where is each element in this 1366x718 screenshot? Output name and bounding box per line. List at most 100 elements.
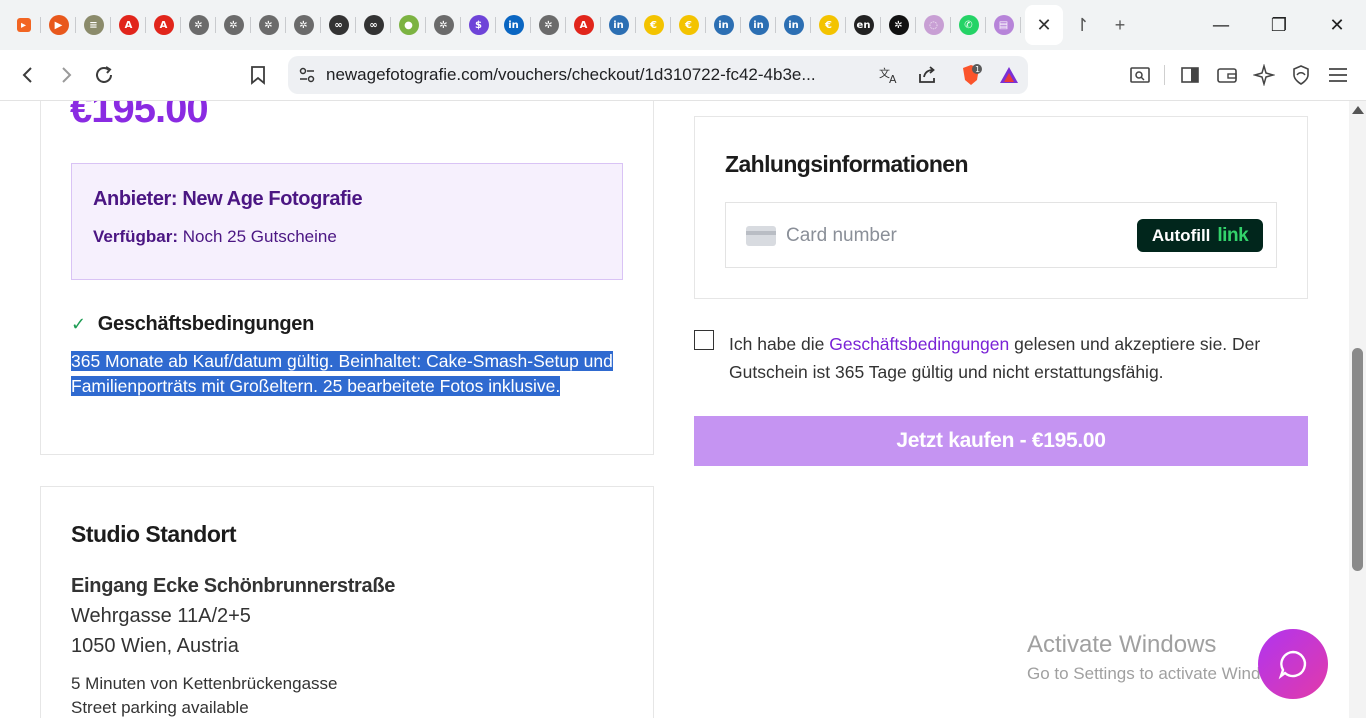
openai-gray-icon: ✲ <box>538 15 559 35</box>
search-page-icon[interactable] <box>1121 56 1158 94</box>
brave-rewards-icon[interactable] <box>990 56 1028 94</box>
brave-shields-icon[interactable]: 1 <box>952 56 990 94</box>
adobe-a-icon: A <box>118 15 139 35</box>
new-tab-button[interactable]: + <box>1101 0 1139 50</box>
green-circle-icon: ● <box>398 15 419 35</box>
browser-tab[interactable]: ✲ <box>881 0 916 50</box>
doc-purple-icon: ▤ <box>993 15 1014 35</box>
availability-label: Verfügbar: <box>93 227 179 246</box>
checkmark-icon: ✓ <box>71 314 86 335</box>
card-number-input[interactable] <box>786 223 1126 249</box>
translate-icon[interactable]: 文A <box>870 56 908 94</box>
sidebar-icon[interactable] <box>1171 56 1208 94</box>
svg-text:A: A <box>889 73 897 85</box>
browser-tab[interactable]: A <box>111 0 146 50</box>
reload-button[interactable] <box>85 56 123 94</box>
bookmark-button[interactable] <box>239 56 277 94</box>
back-arrow-icon <box>22 67 32 83</box>
browser-tab[interactable]: ✲ <box>286 0 321 50</box>
minimize-button[interactable]: — <box>1192 0 1250 50</box>
autofill-label: Autofill <box>1151 225 1211 245</box>
studio-parking: Street parking available <box>71 698 249 717</box>
browser-tab[interactable]: ▤ <box>986 0 1021 50</box>
openai-icon: ✲ <box>888 15 909 35</box>
browser-tab[interactable]: in <box>706 0 741 50</box>
address-bar[interactable]: newagefotografie.com/vouchers/checkout/1… <box>288 56 1028 94</box>
browser-tab[interactable]: € <box>811 0 846 50</box>
right-toolbar <box>1121 56 1356 94</box>
wallet-icon[interactable] <box>1208 56 1245 94</box>
browser-tab[interactable]: € <box>671 0 706 50</box>
close-window-button[interactable]: ✕ <box>1308 0 1366 50</box>
play-circle-icon: ▶ <box>48 15 69 35</box>
openai-gray-icon: ✲ <box>188 15 209 35</box>
adobe-a-icon: A <box>573 15 594 35</box>
browser-tab[interactable]: ∞ <box>356 0 391 50</box>
svg-text:1: 1 <box>975 65 980 74</box>
availability-value: Noch 25 Gutscheine <box>182 227 337 246</box>
browser-tab[interactable]: in <box>496 0 531 50</box>
browser-tab[interactable]: ▸ <box>6 0 41 50</box>
url-text[interactable]: newagefotografie.com/vouchers/checkout/1… <box>326 65 846 85</box>
chat-widget-button[interactable] <box>1258 629 1328 699</box>
leo-ai-icon[interactable] <box>1245 56 1282 94</box>
activate-windows-subtitle: Go to Settings to activate Windows. <box>1027 664 1296 683</box>
browser-tab[interactable]: ✲ <box>181 0 216 50</box>
agree-prefix: Ich habe die <box>729 334 825 354</box>
active-tab[interactable]: ✕ <box>1025 5 1063 45</box>
infinity-icon: ∞ <box>328 15 349 35</box>
provider-box: Anbieter: New Age Fotografie Verfügbar: … <box>71 163 623 280</box>
browser-tab[interactable]: ∞ <box>321 0 356 50</box>
browser-tab[interactable]: € <box>636 0 671 50</box>
pinned-tab[interactable]: ↾ <box>1063 0 1101 50</box>
whatsapp-icon: ✆ <box>958 15 979 35</box>
menu-icon[interactable] <box>1319 56 1356 94</box>
browser-tab[interactable]: ✲ <box>251 0 286 50</box>
terms-link[interactable]: Geschäftsbedingungen <box>829 334 1009 354</box>
browser-tab[interactable]: en <box>846 0 881 50</box>
share-icon[interactable] <box>908 56 946 94</box>
browser-tab[interactable]: ● <box>391 0 426 50</box>
page-scrollbar[interactable] <box>1349 101 1366 718</box>
studio-street: Wehrgasse 11A/2+5 <box>71 605 251 627</box>
studio-entrance: Eingang Ecke Schönbrunnerstraße <box>71 575 396 597</box>
vpn-shield-icon[interactable] <box>1282 56 1319 94</box>
studio-title: Studio Standort <box>71 521 236 547</box>
browser-tab[interactable]: in <box>776 0 811 50</box>
browser-tab[interactable]: ✲ <box>426 0 461 50</box>
restore-button[interactable]: ❐ <box>1250 0 1308 50</box>
forward-button[interactable] <box>47 56 85 94</box>
site-settings-icon[interactable] <box>288 56 326 94</box>
browser-tab[interactable]: ▶ <box>41 0 76 50</box>
link-logo: link <box>1217 224 1249 246</box>
back-button[interactable] <box>9 56 47 94</box>
close-tab-icon[interactable]: ✕ <box>1036 15 1051 36</box>
autofill-link-button[interactable]: Autofill link <box>1137 219 1263 252</box>
browser-tab[interactable]: ◌ <box>916 0 951 50</box>
terms-description: 365 Monate ab Kauf/datum gültig. Beinhal… <box>71 349 631 399</box>
browser-tab[interactable]: ≡ <box>76 0 111 50</box>
linkedin-circle-icon: in <box>713 15 734 35</box>
euro-yellow-icon: € <box>678 15 699 35</box>
card-number-field[interactable]: Autofill link <box>725 202 1277 268</box>
agree-checkbox[interactable] <box>694 330 714 350</box>
browser-tab[interactable]: $ <box>461 0 496 50</box>
browser-tab[interactable]: ✲ <box>531 0 566 50</box>
studio-city: 1050 Wien, Austria <box>71 635 239 657</box>
browser-tab[interactable]: in <box>601 0 636 50</box>
credit-card-icon <box>746 226 776 246</box>
page-content: €195.00 Anbieter: New Age Fotografie Ver… <box>0 101 1366 718</box>
buy-now-button[interactable]: Jetzt kaufen - €195.00 <box>694 416 1308 466</box>
linkedin-circle-icon: in <box>783 15 804 35</box>
browser-tab[interactable]: in <box>741 0 776 50</box>
en-icon: en <box>853 15 874 35</box>
browser-tab[interactable]: A <box>566 0 601 50</box>
euro-yellow-icon: € <box>643 15 664 35</box>
plus-icon: + <box>1114 14 1126 35</box>
browser-tab[interactable]: ✆ <box>951 0 986 50</box>
browser-tab[interactable]: ✲ <box>216 0 251 50</box>
browser-toolbar: newagefotografie.com/vouchers/checkout/1… <box>0 50 1366 101</box>
browser-tab[interactable]: A <box>146 0 181 50</box>
scroll-up-arrow-icon[interactable] <box>1352 106 1364 114</box>
scrollbar-thumb[interactable] <box>1352 348 1363 571</box>
